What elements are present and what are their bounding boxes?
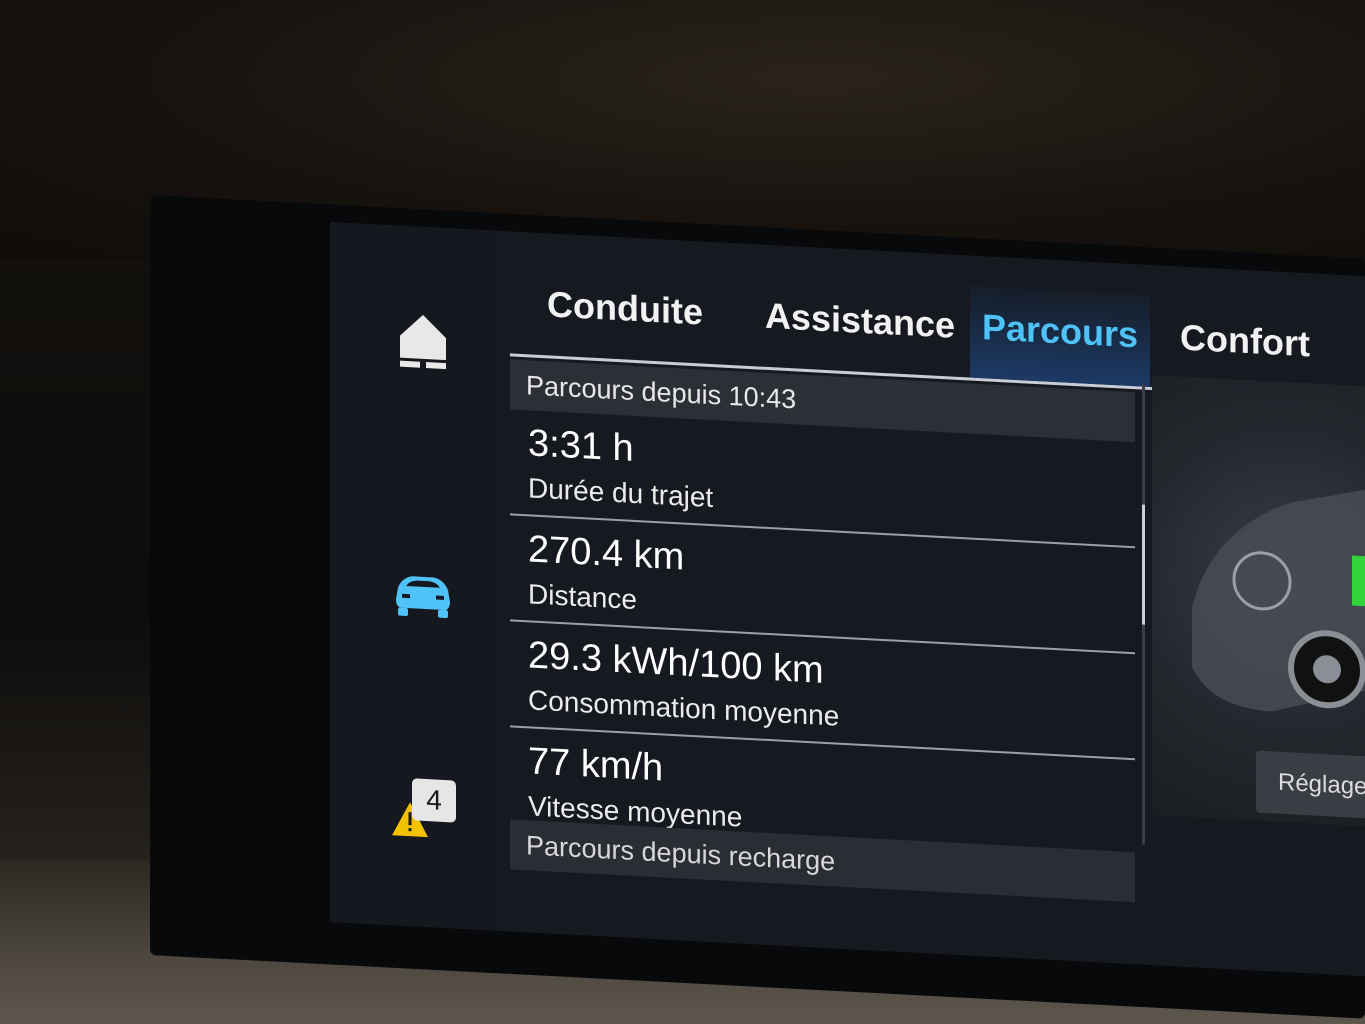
- warning-icon[interactable]: 4: [388, 775, 458, 849]
- consumption-label: Consommation moyenne: [528, 684, 840, 732]
- distance-value: 270.4 km: [528, 528, 685, 579]
- tab-assistance[interactable]: Assistance: [760, 275, 960, 377]
- notification-count-badge: 4: [412, 778, 456, 823]
- tab-parcours[interactable]: Parcours: [970, 285, 1150, 387]
- speed-value: 77 km/h: [528, 740, 664, 790]
- charging-indicator: [1352, 555, 1365, 608]
- distance-label: Distance: [528, 578, 637, 616]
- tab-conduite[interactable]: Conduite: [530, 262, 720, 364]
- trip-list[interactable]: Parcours depuis 10:43 3:31 h Durée du tr…: [510, 359, 1135, 952]
- scrollbar-thumb[interactable]: [1142, 504, 1145, 625]
- duration-label: Durée du trajet: [528, 472, 714, 514]
- home-icon[interactable]: [388, 305, 458, 379]
- infotainment-screen: 4 Conduite Assistance Parcours Confort P…: [330, 222, 1365, 977]
- car-icon[interactable]: [388, 555, 458, 629]
- duration-value: 3:31 h: [528, 422, 634, 470]
- settings-button[interactable]: Réglages c: [1256, 750, 1365, 819]
- consumption-value: 29.3 kWh/100 km: [528, 634, 824, 692]
- scrollbar[interactable]: [1142, 384, 1145, 845]
- side-rail: 4: [330, 222, 500, 931]
